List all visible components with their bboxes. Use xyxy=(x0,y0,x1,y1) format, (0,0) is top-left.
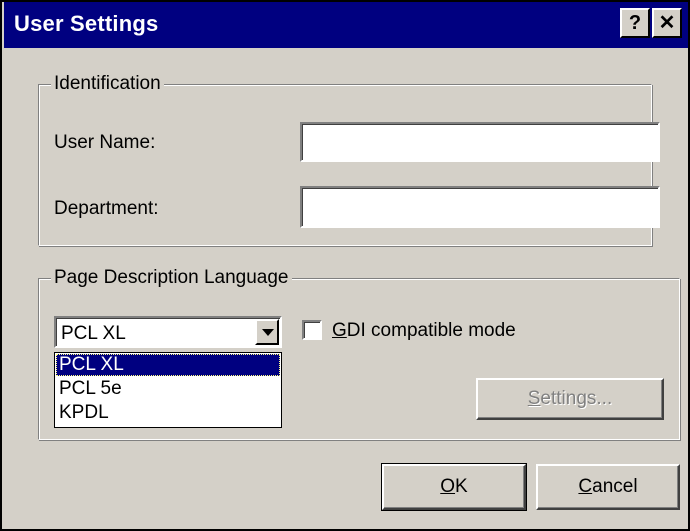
pdl-selected-value: PCL XL xyxy=(61,323,126,344)
pdl-legend: Page Description Language xyxy=(51,267,292,289)
user-name-input[interactable] xyxy=(300,122,660,162)
settings-label-rest: ettings... xyxy=(540,388,613,409)
cancel-label-rest: ancel xyxy=(592,476,638,497)
gdi-compatible-label[interactable]: GDI compatible mode xyxy=(332,320,516,342)
identification-legend: Identification xyxy=(51,73,164,95)
department-label: Department: xyxy=(54,198,159,219)
settings-button[interactable]: Settings... xyxy=(476,378,664,420)
dropdown-arrow-button[interactable] xyxy=(255,319,279,345)
user-settings-dialog: User Settings ? ✕ Identification User Na… xyxy=(0,0,690,531)
ok-button[interactable]: OK xyxy=(381,463,527,511)
pdl-option[interactable]: PCL 5e xyxy=(56,378,280,400)
window-title: User Settings xyxy=(14,11,159,36)
ok-label-rest: K xyxy=(455,476,468,497)
gdi-mnemonic: G xyxy=(332,320,347,341)
pdl-option[interactable]: KPDL xyxy=(56,402,280,424)
ok-mnemonic: O xyxy=(440,476,456,497)
pdl-combobox[interactable]: PCL XL xyxy=(54,316,282,348)
pdl-dropdown-list: PCL XL PCL 5e KPDL xyxy=(54,352,282,428)
close-button[interactable]: ✕ xyxy=(652,8,682,38)
help-button[interactable]: ? xyxy=(620,8,650,38)
title-bar[interactable]: User Settings ? ✕ xyxy=(4,2,688,48)
pdl-option[interactable]: PCL XL xyxy=(56,354,280,376)
department-input[interactable] xyxy=(300,186,660,228)
cancel-button[interactable]: Cancel xyxy=(536,464,680,510)
cancel-mnemonic: C xyxy=(578,476,593,497)
chevron-down-icon xyxy=(262,329,274,336)
gdi-label-rest: DI compatible mode xyxy=(346,320,516,341)
settings-mnemonic: S xyxy=(527,388,541,409)
gdi-compatible-checkbox[interactable] xyxy=(302,320,322,340)
user-name-label: User Name: xyxy=(54,132,156,153)
